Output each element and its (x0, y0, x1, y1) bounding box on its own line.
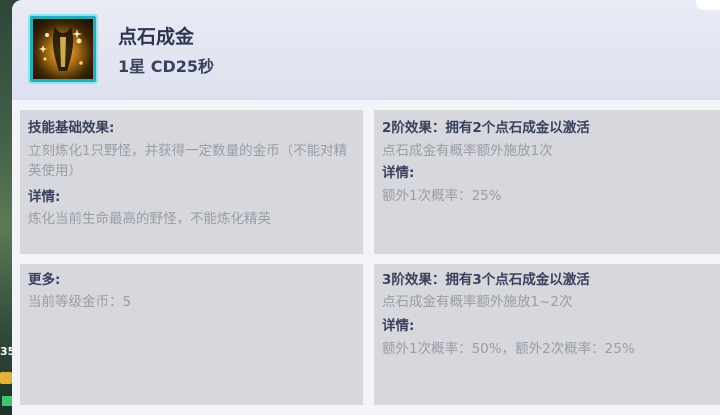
tier2-heading: 2阶效果：拥有2个点石成金以激活 (382, 120, 590, 136)
base-details-heading: 详情: (28, 189, 61, 205)
panel-corner-tab (696, 0, 720, 10)
tier3-details-text: 额外1次概率：50%，额外2次概率：25% (382, 341, 635, 357)
tier3-details-heading: 详情: (382, 318, 415, 334)
more-info-card: 更多: 当前等级金币：5 (20, 264, 363, 405)
tier2-effect-text: 点石成金有概率额外施放1次 (382, 143, 553, 159)
base-effect-text: 立刻炼化1只野怪，并获得一定数量的金币（不能对精英使用） (28, 143, 348, 179)
base-effect-heading: 技能基础效果: (28, 120, 115, 136)
skill-name: 点石成金 (118, 26, 195, 48)
skill-level-cooldown: 1星 CD25秒 (118, 57, 214, 76)
tier3-heading: 3阶效果：拥有3个点石成金以激活 (382, 272, 590, 288)
skill-detail-panel: 点石成金 1星 CD25秒 技能基础效果: 立刻炼化1只野怪，并获得一定数量的金… (12, 0, 720, 415)
tier2-details-heading: 详情: (382, 165, 415, 181)
tier2-effect-card: 2阶效果：拥有2个点石成金以激活 点石成金有概率额外施放1次 详情: 额外1次概… (374, 110, 720, 254)
golden-hand-spell-icon (33, 19, 93, 79)
gold-chip-icon (0, 372, 12, 384)
base-effect-card: 技能基础效果: 立刻炼化1只野怪，并获得一定数量的金币（不能对精英使用） 详情:… (20, 110, 363, 254)
green-bar-icon (2, 396, 12, 406)
tier3-effect-card: 3阶效果：拥有3个点石成金以激活 点石成金有概率额外施放1~2次 详情: 额外1… (374, 264, 720, 405)
base-details-text: 炼化当前生命最高的野怪，不能炼化精英 (28, 211, 271, 227)
skill-icon-frame (28, 14, 98, 84)
current-level-gold: 当前等级金币：5 (28, 294, 132, 310)
tier2-details-text: 额外1次概率：25% (382, 188, 502, 204)
tier3-effect-text: 点石成金有概率额外施放1~2次 (382, 294, 573, 310)
more-heading: 更多: (28, 272, 61, 288)
skill-header: 点石成金 1星 CD25秒 (12, 0, 720, 100)
